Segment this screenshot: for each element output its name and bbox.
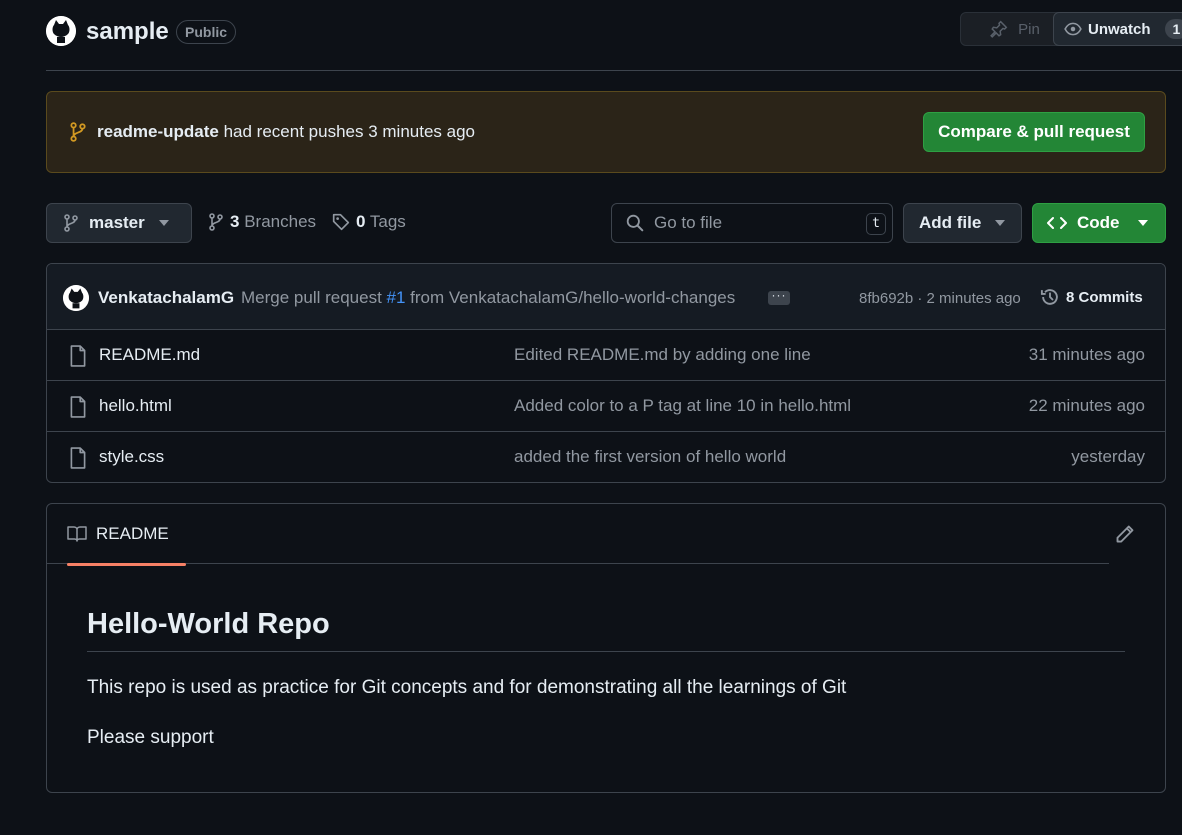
code-button[interactable]: Code bbox=[1032, 203, 1166, 243]
expand-commit-button[interactable]: ··· bbox=[768, 289, 790, 305]
owner-avatar[interactable] bbox=[46, 16, 76, 46]
file-row[interactable]: style.css added the first version of hel… bbox=[47, 432, 1165, 482]
file-row[interactable]: README.md Edited README.md by adding one… bbox=[47, 330, 1165, 381]
pull-request-link[interactable]: #1 bbox=[387, 288, 406, 307]
commit-message-suffix: from VenkatachalamG/hello-world-changes bbox=[405, 288, 736, 307]
latest-commit-row: VenkatachalamG Merge pull request #1 fro… bbox=[47, 264, 1165, 330]
readme-tab-label: README bbox=[96, 524, 169, 543]
readme-header: README bbox=[47, 504, 1109, 566]
branches-count: 3 bbox=[230, 212, 240, 231]
file-commit-time: 22 minutes ago bbox=[1028, 396, 1145, 415]
tags-label: Tags bbox=[369, 212, 406, 231]
git-branch-icon bbox=[209, 213, 223, 231]
watch-count: 1 bbox=[1164, 19, 1182, 39]
pin-label: Pin bbox=[1018, 20, 1040, 38]
unwatch-button[interactable]: Unwatch 1 bbox=[1053, 12, 1182, 46]
go-to-file-input[interactable]: Go to file t bbox=[611, 203, 893, 243]
tags-count: 0 bbox=[356, 212, 366, 231]
unwatch-label: Unwatch bbox=[1088, 20, 1151, 38]
add-file-label: Add file bbox=[919, 213, 982, 232]
avatar[interactable] bbox=[63, 285, 89, 311]
file-name[interactable]: style.css bbox=[99, 447, 164, 467]
file-icon bbox=[70, 345, 86, 367]
readme-heading: Hello-World Repo bbox=[87, 608, 1125, 652]
commits-label: 8 Commits bbox=[1066, 288, 1143, 306]
pin-icon bbox=[990, 20, 1008, 38]
tags-link[interactable]: 0 Tags bbox=[332, 212, 406, 232]
keyboard-shortcut-hint: t bbox=[866, 213, 886, 235]
commit-author[interactable]: VenkatachalamG bbox=[98, 288, 234, 308]
file-table: VenkatachalamG Merge pull request #1 fro… bbox=[46, 263, 1166, 483]
search-icon bbox=[626, 214, 644, 232]
pencil-icon[interactable] bbox=[1115, 524, 1135, 544]
branches-link[interactable]: 3 Branches bbox=[208, 212, 316, 232]
readme-paragraph: This repo is used as practice for Git co… bbox=[87, 677, 847, 698]
caret-down-icon bbox=[1137, 220, 1148, 226]
branch-select[interactable]: master bbox=[46, 203, 192, 243]
caret-down-icon bbox=[995, 220, 1006, 226]
recent-push-banner: readme-update had recent pushes 3 minute… bbox=[46, 91, 1166, 173]
active-tab-indicator bbox=[67, 563, 186, 566]
file-commit-message[interactable]: Edited README.md by adding one line bbox=[514, 345, 811, 365]
banner-branch-name[interactable]: readme-update bbox=[97, 122, 219, 141]
header-divider bbox=[46, 70, 1182, 71]
banner-text: readme-update had recent pushes 3 minute… bbox=[97, 122, 475, 142]
eye-icon bbox=[1064, 22, 1082, 36]
repo-header: sample Public Pin Unwatch 1 bbox=[46, 12, 1182, 52]
file-commit-message[interactable]: added the first version of hello world bbox=[514, 447, 786, 467]
readme-panel: README Hello-World Repo This repo is use… bbox=[46, 503, 1166, 793]
file-name[interactable]: hello.html bbox=[99, 396, 172, 416]
caret-down-icon bbox=[158, 220, 169, 226]
github-octocat-icon bbox=[63, 285, 89, 311]
file-commit-message[interactable]: Added color to a P tag at line 10 in hel… bbox=[514, 396, 851, 416]
readme-paragraph: Please support bbox=[87, 727, 214, 748]
commit-message[interactable]: Merge pull request #1 from Venkatachalam… bbox=[241, 288, 735, 308]
tag-icon bbox=[332, 213, 350, 231]
github-octocat-icon bbox=[46, 16, 76, 46]
file-icon bbox=[70, 396, 86, 418]
file-icon bbox=[70, 447, 86, 469]
code-icon bbox=[1047, 217, 1067, 229]
branches-label: Branches bbox=[244, 212, 317, 231]
tab-readme[interactable]: README bbox=[57, 504, 186, 566]
history-icon bbox=[1040, 289, 1058, 305]
file-name[interactable]: README.md bbox=[99, 345, 200, 365]
commit-sha-time[interactable]: 8fb692b · 2 minutes ago bbox=[859, 290, 1021, 307]
git-branch-icon bbox=[64, 214, 78, 232]
git-branch-icon bbox=[70, 122, 86, 142]
commits-history-link[interactable]: 8 Commits bbox=[1040, 287, 1143, 307]
code-label: Code bbox=[1077, 213, 1120, 232]
file-commit-time: yesterday bbox=[1071, 447, 1145, 466]
visibility-badge: Public bbox=[176, 20, 237, 44]
book-icon bbox=[67, 526, 87, 542]
banner-message: had recent pushes 3 minutes ago bbox=[218, 122, 475, 141]
file-row[interactable]: hello.html Added color to a P tag at lin… bbox=[47, 381, 1165, 432]
commit-message-prefix: Merge pull request bbox=[241, 288, 387, 307]
branch-name: master bbox=[89, 213, 145, 232]
repo-name[interactable]: sample bbox=[86, 18, 169, 46]
go-to-file-placeholder: Go to file bbox=[654, 213, 723, 232]
compare-pull-request-button[interactable]: Compare & pull request bbox=[923, 112, 1145, 152]
add-file-button[interactable]: Add file bbox=[903, 203, 1022, 243]
file-commit-time: 31 minutes ago bbox=[1028, 345, 1145, 364]
repo-page: sample Public Pin Unwatch 1 readme-updat… bbox=[0, 0, 1182, 835]
